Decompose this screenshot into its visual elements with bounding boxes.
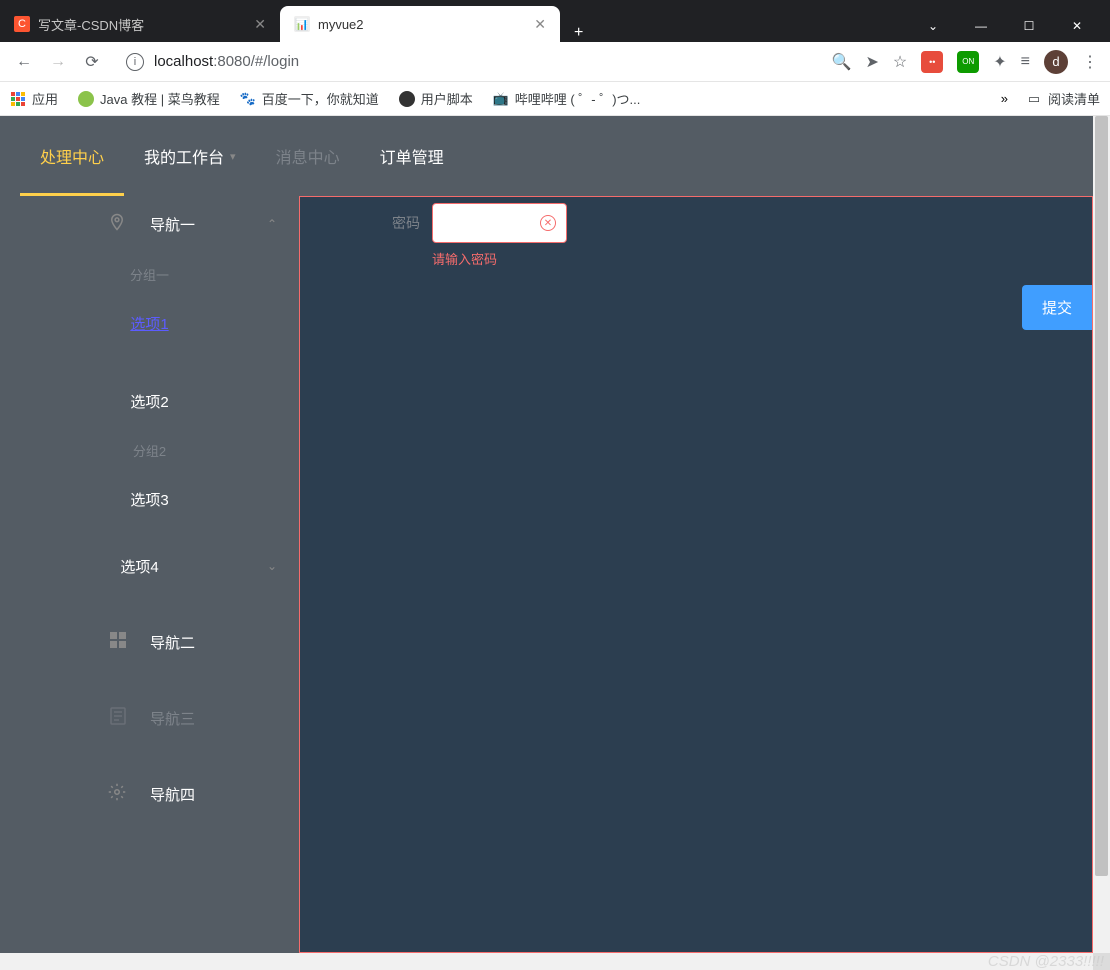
back-button[interactable]: ←: [12, 50, 36, 74]
csdn-favicon: C: [14, 16, 30, 32]
send-icon[interactable]: ➤: [866, 52, 879, 72]
extension-icon-red[interactable]: ••: [921, 51, 943, 73]
bookmark-star-icon[interactable]: ☆: [893, 52, 907, 72]
bookmarks-bar: 应用 Java 教程 | 菜鸟教程 🐾 百度一下，你就知道 用户脚本 📺 哔哩哔…: [0, 82, 1110, 116]
password-input[interactable]: ✕: [432, 203, 567, 243]
chevron-up-icon: ⌃: [267, 217, 277, 231]
reload-button[interactable]: ⟳: [80, 50, 104, 74]
password-row: 密码 ✕ 请输入密码: [300, 203, 1092, 268]
menu-message-center[interactable]: 消息中心: [256, 116, 360, 196]
menu-grid-icon: [110, 632, 126, 652]
site-info-icon[interactable]: i: [126, 53, 144, 71]
chevron-down-icon: ▾: [230, 150, 236, 163]
extension-icon-on[interactable]: ON: [957, 51, 979, 73]
top-menu: 处理中心 我的工作台 ▾ 消息中心 订单管理: [0, 116, 1093, 196]
browser-tab-csdn[interactable]: C 写文章-CSDN博客 ✕: [0, 6, 280, 42]
submit-button[interactable]: 提交: [1022, 285, 1092, 330]
reading-list-icon[interactable]: ≡: [1021, 53, 1030, 71]
address-bar: ← → ⟳ i localhost:8080/#/login 🔍 ➤ ☆ •• …: [0, 42, 1110, 82]
sidebar-option-1[interactable]: 选项1: [0, 296, 299, 350]
sidebar-option-4[interactable]: 选项4 ⌄: [0, 538, 299, 594]
bookmark-java[interactable]: Java 教程 | 菜鸟教程: [78, 89, 220, 108]
baidu-icon: 🐾: [240, 91, 256, 107]
grid-icon: [10, 91, 26, 107]
error-icon: ✕: [540, 215, 556, 231]
sidebar-option-3[interactable]: 选项3: [0, 472, 299, 526]
vue-favicon: 📊: [294, 16, 310, 32]
reading-list-button[interactable]: ▭ 阅读清单: [1026, 89, 1100, 108]
close-window-button[interactable]: ✕: [1054, 10, 1100, 42]
gear-icon: [108, 783, 126, 805]
sidebar-option-2[interactable]: 选项2: [0, 374, 299, 428]
extensions-icon[interactable]: ✦: [993, 52, 1006, 72]
maximize-button[interactable]: ☐: [1006, 10, 1052, 42]
userscript-icon: [399, 91, 415, 107]
menu-processing-center[interactable]: 处理中心: [20, 116, 124, 196]
horizontal-scrollbar[interactable]: [0, 953, 1093, 970]
menu-dots-icon[interactable]: ⋮: [1082, 52, 1098, 72]
runoob-icon: [78, 91, 94, 107]
url-text: localhost:8080/#/login: [154, 53, 299, 70]
sidebar-nav-3[interactable]: 导航三: [0, 690, 299, 746]
main-content: 密码 ✕ 请输入密码 提交: [300, 196, 1093, 953]
password-label: 密码: [320, 203, 420, 233]
bookmark-baidu[interactable]: 🐾 百度一下，你就知道: [240, 89, 379, 108]
document-icon: [110, 707, 126, 729]
bilibili-icon: 📺: [493, 91, 509, 107]
apps-bookmark[interactable]: 应用: [10, 89, 58, 108]
url-input[interactable]: i localhost:8080/#/login: [114, 47, 822, 77]
location-icon: [108, 213, 126, 235]
new-tab-button[interactable]: +: [560, 24, 597, 42]
sidebar-nav-4[interactable]: 导航四: [0, 766, 299, 822]
bookmarks-overflow-icon[interactable]: »: [1001, 91, 1008, 106]
close-icon[interactable]: ✕: [534, 16, 546, 33]
sidebar-nav-2[interactable]: 导航二: [0, 614, 299, 670]
reading-list-icon: ▭: [1026, 91, 1042, 107]
sidebar: 导航一 ⌃ 分组一 选项1 选项2 分组2 选项3 选项4 ⌄ 导航二: [0, 196, 300, 953]
profile-avatar[interactable]: d: [1044, 50, 1068, 74]
sidebar-nav-1[interactable]: 导航一 ⌃: [0, 196, 299, 252]
vertical-scrollbar[interactable]: [1093, 116, 1110, 970]
bookmark-userscript[interactable]: 用户脚本: [399, 89, 473, 108]
menu-order-management[interactable]: 订单管理: [360, 116, 464, 196]
browser-tab-bar: C 写文章-CSDN博客 ✕ 📊 myvue2 ✕ + ⌄ — ☐ ✕: [0, 0, 1110, 42]
bookmark-bilibili[interactable]: 📺 哔哩哔哩 ( ゜- ゜)つ...: [493, 89, 641, 108]
close-icon[interactable]: ✕: [254, 16, 266, 33]
forward-button[interactable]: →: [46, 50, 70, 74]
password-error-message: 请输入密码: [432, 249, 567, 268]
browser-tab-myvue[interactable]: 📊 myvue2 ✕: [280, 6, 560, 42]
sidebar-group-2: 分组2: [0, 428, 299, 472]
tab-title: 写文章-CSDN博客: [38, 15, 144, 34]
sidebar-group-1: 分组一: [0, 252, 299, 296]
chevron-down-icon: ⌄: [267, 559, 277, 573]
scrollbar-corner: [1093, 953, 1110, 970]
tab-search-button[interactable]: ⌄: [910, 10, 956, 42]
menu-my-workbench[interactable]: 我的工作台 ▾: [124, 116, 256, 196]
tab-title: myvue2: [318, 17, 364, 32]
minimize-button[interactable]: —: [958, 10, 1004, 42]
zoom-icon[interactable]: 🔍: [832, 52, 852, 72]
